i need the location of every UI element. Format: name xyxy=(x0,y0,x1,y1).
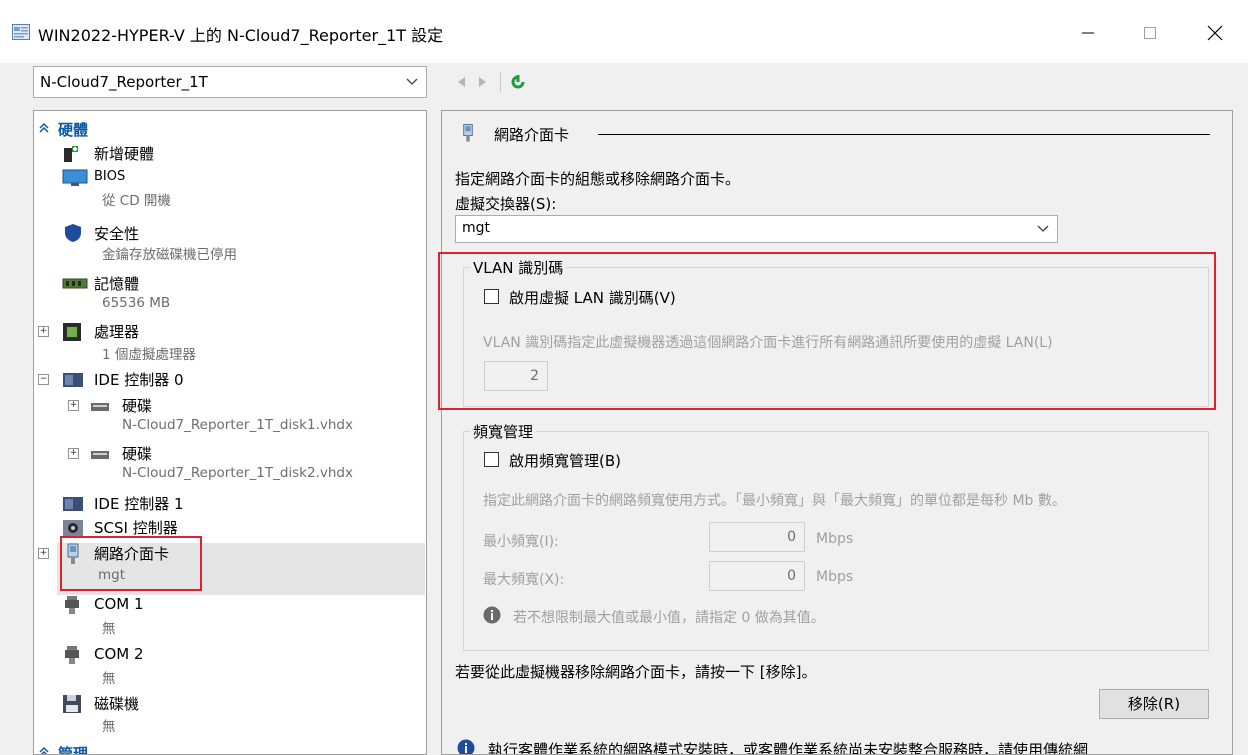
tree-sub-com1: 無 xyxy=(102,621,116,637)
close-icon xyxy=(1207,25,1223,41)
tree-label-disk2: 硬碟 xyxy=(122,445,153,463)
virtual-switch-value: mgt xyxy=(462,220,491,236)
hardware-tree[interactable]: 硬體 新增硬體 BIOS 從 CD 開機 安全性 金鑰存放磁碟機已停用 記憶體 xyxy=(33,110,427,755)
next-button[interactable] xyxy=(472,68,494,96)
bandwidth-info-text: 若不想限制最大值或最小值，請指定 0 做為其值。 xyxy=(513,610,825,626)
remove-button[interactable]: 移除(R) xyxy=(1099,689,1209,719)
controller-icon xyxy=(63,373,83,387)
settings-window-icon xyxy=(12,24,30,40)
network-adapter-icon xyxy=(463,124,473,142)
tree-sub-processor: 1 個虛擬處理器 xyxy=(102,347,196,363)
max-bandwidth-input[interactable]: 0 xyxy=(709,561,805,591)
title-bar: WIN2022-HYPER-V 上的 N-Cloud7_Reporter_1T … xyxy=(0,0,1248,63)
minimize-icon xyxy=(1082,32,1094,34)
vm-select-value: N-Cloud7_Reporter_1T xyxy=(40,73,208,91)
expand-plus-icon[interactable]: + xyxy=(68,400,79,411)
tree-sub-security: 金鑰存放磁碟機已停用 xyxy=(102,247,237,263)
tree-label-com2: COM 2 xyxy=(94,645,144,663)
hard-disk-icon xyxy=(91,451,109,459)
tree-sub-disk1: N-Cloud7_Reporter_1T_disk1.vhdx xyxy=(122,417,353,433)
minimize-button[interactable] xyxy=(1065,14,1111,52)
expand-plus-icon[interactable]: + xyxy=(38,548,49,559)
collapse-minus-icon[interactable]: − xyxy=(38,374,49,385)
memory-chip-icon xyxy=(62,278,88,289)
chevron-down-icon xyxy=(1037,225,1049,232)
processor-icon xyxy=(63,323,81,341)
tree-label-memory: 記憶體 xyxy=(94,275,140,293)
tree-label-ide0: IDE 控制器 0 xyxy=(94,371,184,389)
refresh-button[interactable] xyxy=(507,68,529,96)
tree-label-bios: BIOS xyxy=(94,169,126,184)
info-icon xyxy=(457,739,475,754)
tree-label-scsi: SCSI 控制器 xyxy=(94,519,178,537)
bandwidth-description: 指定此網路介面卡的網路頻寬使用方式。「最小頻寬」與「最大頻寬」的單位都是每秒 M… xyxy=(483,493,1066,509)
expand-plus-icon[interactable]: + xyxy=(68,448,79,459)
arrow-left-icon xyxy=(458,77,465,87)
expand-plus-icon[interactable]: + xyxy=(38,326,49,337)
min-bandwidth-input[interactable]: 0 xyxy=(709,522,805,552)
scsi-controller-icon xyxy=(63,520,83,536)
legacy-adapter-info-text: 執行客體作業系統的網路模式安裝時，或客體作業系統尚未安裝整合服務時，請使用傳統網 xyxy=(488,741,1089,755)
arrow-right-icon xyxy=(479,77,486,87)
tree-label-security: 安全性 xyxy=(94,225,140,243)
info-icon xyxy=(483,606,501,624)
toolbar-divider xyxy=(500,72,501,92)
collapse-up-icon xyxy=(39,122,49,133)
bandwidth-enable-label: 啟用頻寬管理(B) xyxy=(509,452,621,470)
tree-label-processor: 處理器 xyxy=(94,323,140,341)
panel-description: 指定網路介面卡的組態或移除網路介面卡。 xyxy=(455,170,741,188)
tree-label-add-hardware: 新增硬體 xyxy=(94,145,155,163)
min-bandwidth-label: 最小頻寬(I): xyxy=(483,534,559,550)
com-port-icon xyxy=(65,646,79,664)
com-port-icon xyxy=(65,596,79,614)
maximize-icon xyxy=(1144,27,1156,39)
remove-description: 若要從此虛擬機器移除網路介面卡，請按一下 [移除]。 xyxy=(455,663,817,681)
controller-icon xyxy=(63,497,83,511)
maximize-button[interactable] xyxy=(1127,14,1173,52)
network-adapter-settings-panel: 網路介面卡 指定網路介面卡的組態或移除網路介面卡。 虛擬交換器(S): mgt … xyxy=(441,110,1233,755)
tree-label-ide1: IDE 控制器 1 xyxy=(94,495,184,513)
window-title: WIN2022-HYPER-V 上的 N-Cloud7_Reporter_1T … xyxy=(38,26,444,45)
tree-label-floppy: 磁碟機 xyxy=(94,695,140,713)
add-hardware-icon xyxy=(64,146,78,162)
floppy-disk-icon xyxy=(63,695,81,713)
title-rule xyxy=(598,134,1210,135)
tree-sub-memory: 65536 MB xyxy=(102,295,171,311)
vm-select-dropdown[interactable]: N-Cloud7_Reporter_1T xyxy=(33,66,427,98)
bandwidth-enable-checkbox[interactable] xyxy=(484,452,499,467)
virtual-switch-dropdown[interactable]: mgt xyxy=(455,215,1058,243)
chevron-down-icon xyxy=(406,78,418,85)
bandwidth-group-title: 頻寬管理 xyxy=(470,421,537,442)
hardware-header: 硬體 xyxy=(58,121,89,139)
tree-sub-com2: 無 xyxy=(102,671,116,687)
hard-disk-icon xyxy=(91,403,109,411)
panel-title: 網路介面卡 xyxy=(494,126,570,144)
highlight-box-vlan xyxy=(438,252,1216,410)
tree-label-com1: COM 1 xyxy=(94,595,144,613)
virtual-switch-label: 虛擬交換器(S): xyxy=(455,195,557,213)
shield-icon xyxy=(65,224,81,242)
max-bandwidth-unit: Mbps xyxy=(816,569,854,585)
highlight-box-network-adapter xyxy=(60,536,202,591)
max-bandwidth-label: 最大頻寬(X): xyxy=(483,572,565,588)
monitor-icon xyxy=(62,169,88,186)
refresh-icon xyxy=(511,75,525,89)
close-button[interactable] xyxy=(1192,14,1238,52)
management-header: 管理 xyxy=(58,745,89,755)
tree-label-disk1: 硬碟 xyxy=(122,397,153,415)
min-bandwidth-unit: Mbps xyxy=(816,531,854,547)
tree-sub-floppy: 無 xyxy=(102,719,116,735)
previous-button[interactable] xyxy=(450,68,472,96)
tree-sub-disk2: N-Cloud7_Reporter_1T_disk2.vhdx xyxy=(122,465,353,481)
collapse-up-icon xyxy=(39,746,49,754)
tree-sub-bios: 從 CD 開機 xyxy=(102,193,171,209)
nav-toolbar xyxy=(450,68,529,96)
